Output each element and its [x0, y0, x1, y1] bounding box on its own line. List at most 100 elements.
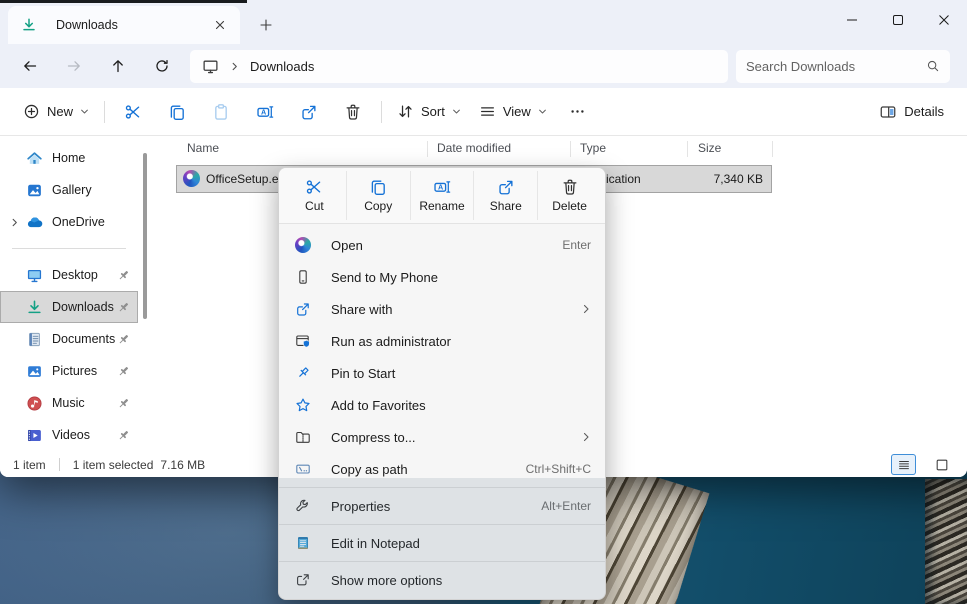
back-button[interactable] [8, 49, 52, 83]
selection-count: 1 item selected [73, 458, 154, 472]
details-pane-button[interactable]: Details [870, 94, 953, 130]
minimize-button[interactable] [829, 0, 875, 40]
file-type: ication [606, 172, 641, 186]
sidebar-item-videos[interactable]: Videos [0, 419, 138, 451]
tab-downloads[interactable]: Downloads [8, 6, 240, 44]
sidebar-item-music[interactable]: Music [0, 387, 138, 419]
column-header-date-modified[interactable]: Date modified [437, 141, 511, 155]
up-button[interactable] [96, 49, 140, 83]
view-button[interactable]: View [470, 94, 556, 130]
menu-item-send-to-my-phone[interactable]: Send to My Phone [279, 261, 605, 293]
cut-menu-button[interactable]: Cut [283, 171, 346, 220]
more-options-button[interactable] [556, 94, 600, 130]
menu-item-pin-to-start[interactable]: Pin to Start [279, 357, 605, 389]
toolbar-divider [381, 101, 382, 123]
shore-rocks [925, 479, 967, 604]
maximize-button[interactable] [875, 0, 921, 40]
close-tab-icon[interactable] [208, 13, 232, 37]
paste-button[interactable] [199, 94, 243, 130]
menu-item-compress-to[interactable]: Compress to... [279, 421, 605, 453]
sort-button[interactable]: Sort [388, 94, 470, 130]
this-pc-icon [202, 58, 219, 75]
column-header-size[interactable]: Size [698, 141, 721, 155]
office-setup-icon [183, 170, 200, 187]
share-button[interactable] [287, 94, 331, 130]
sidebar-item-label: Downloads [52, 300, 116, 314]
navigation-pane: Home Gallery OneDrive [0, 136, 160, 452]
phone-icon [294, 269, 311, 286]
cut-icon [124, 103, 142, 121]
sidebar-item-label: Videos [52, 428, 116, 442]
sidebar-item-onedrive[interactable]: OneDrive [0, 206, 138, 238]
sidebar-item-gallery[interactable]: Gallery [0, 174, 138, 206]
menu-item-properties[interactable]: Properties Alt+Enter [279, 490, 605, 522]
column-header-type[interactable]: Type [580, 141, 606, 155]
search-input[interactable] [746, 59, 926, 74]
sidebar-separator [12, 248, 126, 249]
menu-item-label: Send to My Phone [331, 270, 591, 285]
share-menu-button[interactable]: Share [473, 171, 537, 220]
refresh-button[interactable] [140, 49, 184, 83]
large-icons-view-toggle[interactable] [929, 454, 954, 475]
sidebar-item-desktop[interactable]: Desktop [0, 259, 138, 291]
toolbar-divider [104, 101, 105, 123]
sidebar-item-documents[interactable]: Documents [0, 323, 138, 355]
delete-icon [344, 103, 362, 121]
copy-menu-button[interactable]: Copy [346, 171, 410, 220]
view-icon [479, 103, 496, 120]
cut-button[interactable] [111, 94, 155, 130]
sidebar-item-pictures[interactable]: Pictures [0, 355, 138, 387]
details-view-toggle[interactable] [891, 454, 916, 475]
quick-action-label: Rename [419, 199, 464, 213]
sidebar-scrollbar[interactable] [143, 153, 147, 319]
column-divider[interactable] [570, 141, 571, 157]
menu-item-open[interactable]: Open Enter [279, 229, 605, 261]
expand-chevron-icon[interactable] [10, 218, 26, 227]
new-button[interactable]: New [14, 94, 98, 130]
submenu-chevron-icon [581, 304, 591, 314]
menu-item-copy-as-path[interactable]: Copy as path Ctrl+Shift+C [279, 453, 605, 485]
videos-icon [26, 427, 43, 444]
sidebar-item-home[interactable]: Home [0, 142, 138, 174]
column-divider[interactable] [772, 141, 773, 157]
context-menu: Cut Copy A Rename Share Delete Open [278, 167, 606, 600]
svg-text:A: A [438, 183, 443, 192]
rename-button[interactable]: A [243, 94, 287, 130]
pin-outline-icon [294, 365, 311, 382]
details-pane-label: Details [904, 104, 944, 119]
sidebar-item-label: Desktop [52, 268, 116, 282]
sidebar-item-label: Home [52, 151, 138, 165]
new-button-label: New [47, 104, 73, 119]
rename-menu-button[interactable]: A Rename [410, 171, 474, 220]
forward-button[interactable] [52, 49, 96, 83]
breadcrumb-chevron-icon[interactable] [230, 62, 239, 71]
search-icon[interactable] [926, 59, 940, 73]
menu-item-run-as-administrator[interactable]: Run as administrator [279, 325, 605, 357]
sidebar-item-downloads[interactable]: Downloads [0, 291, 138, 323]
window-controls [829, 0, 967, 40]
menu-item-label: Copy as path [331, 462, 518, 477]
menu-item-add-to-favorites[interactable]: Add to Favorites [279, 389, 605, 421]
delete-menu-button[interactable]: Delete [537, 171, 601, 220]
item-count: 1 item [13, 458, 46, 472]
ellipsis-icon [569, 103, 586, 120]
column-divider[interactable] [427, 141, 428, 157]
menu-item-share-with[interactable]: Share with [279, 293, 605, 325]
copy-button[interactable] [155, 94, 199, 130]
search-box[interactable] [736, 50, 950, 83]
new-tab-button[interactable] [254, 13, 278, 37]
close-button[interactable] [921, 0, 967, 40]
downloads-icon [26, 299, 43, 316]
column-header-name[interactable]: Name [187, 141, 219, 155]
downloads-icon [21, 17, 37, 33]
breadcrumb-location[interactable]: Downloads [250, 59, 314, 74]
menu-item-show-more-options[interactable]: Show more options [279, 564, 605, 596]
column-divider[interactable] [687, 141, 688, 157]
desktop-icon [26, 267, 43, 284]
cut-icon [305, 178, 323, 196]
sidebar-item-label: Pictures [52, 364, 116, 378]
menu-item-edit-in-notepad[interactable]: Edit in Notepad [279, 527, 605, 559]
quick-action-label: Cut [305, 199, 324, 213]
address-bar[interactable]: Downloads [190, 50, 728, 83]
delete-button[interactable] [331, 94, 375, 130]
